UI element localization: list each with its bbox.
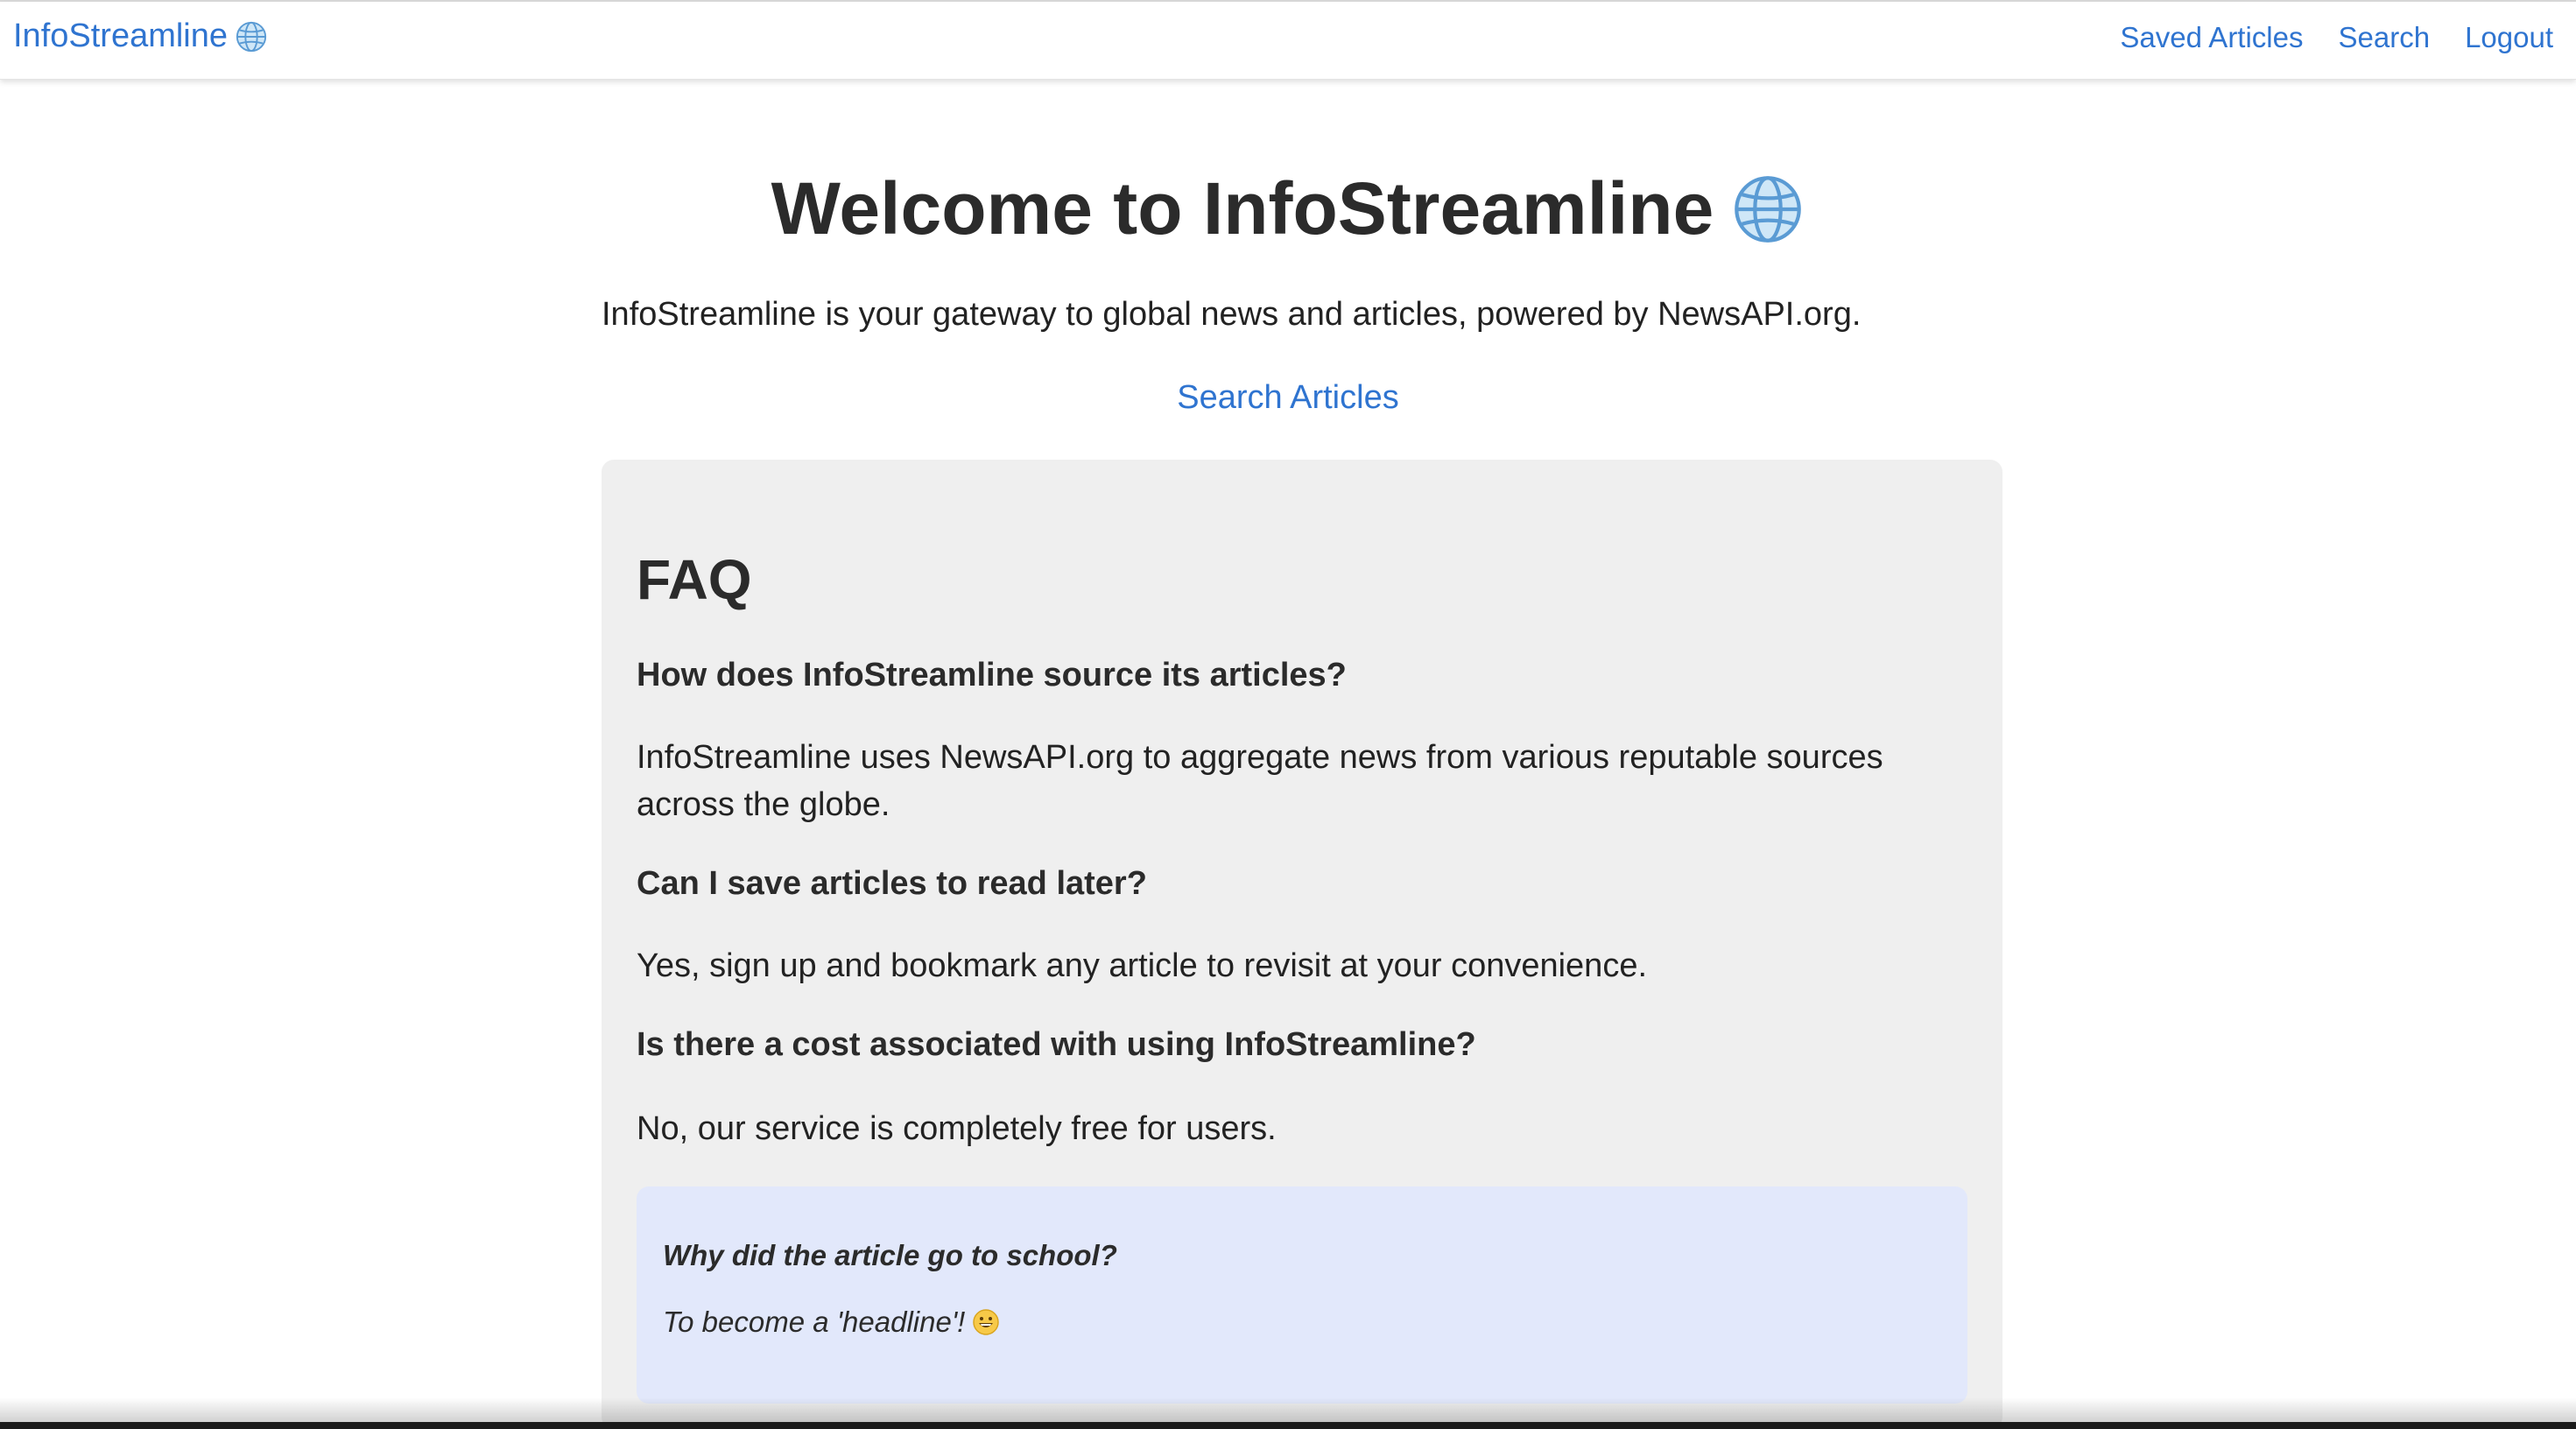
faq-question: How does InfoStreamline source its artic… <box>637 657 1347 693</box>
faq-title: FAQ <box>637 548 752 611</box>
faq-section: FAQ How does InfoStreamline source its a… <box>602 460 2002 1429</box>
faq-question: Can I save articles to read later? <box>637 865 1147 902</box>
faq-answer: InfoStreamline uses NewsAPI.org to aggre… <box>637 739 1883 823</box>
search-link-container: Search Articles <box>0 379 2576 417</box>
navbar: InfoStreamline Saved Articles Search Log… <box>0 2 2576 80</box>
nav-logout-link[interactable]: Logout <box>2465 21 2553 54</box>
faq-answer: Yes, sign up and bookmark any article to… <box>637 947 1648 984</box>
brand-name: InfoStreamline <box>13 18 229 54</box>
globe-icon <box>236 21 267 52</box>
nav-saved-articles-link[interactable]: Saved Articles <box>2120 21 2303 54</box>
nav-links: Saved Articles Search Logout <box>2120 21 2553 54</box>
page-title-text: Welcome to InfoStreamline <box>771 167 1714 250</box>
window-bottom-border <box>0 1422 2576 1429</box>
window-bottom-shadow <box>0 1397 2576 1422</box>
joke-question: Why did the article go to school? <box>663 1239 1117 1271</box>
joke-box: Why did the article go to school? To bec… <box>637 1186 1967 1404</box>
intro-text: InfoStreamline is your gateway to global… <box>602 296 1862 333</box>
globe-icon <box>1735 175 1802 243</box>
joke-answer: To become a 'headline'! <box>663 1306 1000 1339</box>
joke-answer-text: To become a 'headline'! <box>663 1306 966 1338</box>
brand-link[interactable]: InfoStreamline <box>13 18 268 55</box>
nav-search-link[interactable]: Search <box>2339 21 2431 54</box>
page-title: Welcome to InfoStreamline <box>0 166 2576 251</box>
faq-answer: No, our service is completely free for u… <box>637 1110 1277 1147</box>
grinning-face-icon <box>973 1309 1000 1335</box>
search-articles-link[interactable]: Search Articles <box>1177 379 1398 416</box>
faq-question: Is there a cost associated with using In… <box>637 1026 1476 1063</box>
